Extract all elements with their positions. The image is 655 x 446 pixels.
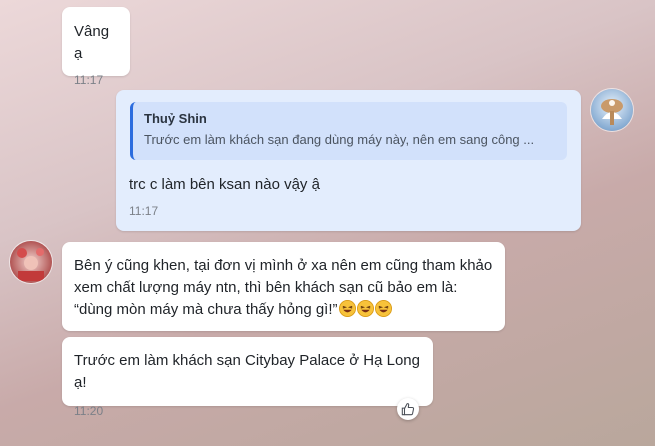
quoted-message[interactable]: Thuỷ Shin Trước em làm khách sạn đang dù… — [130, 102, 567, 160]
contact-avatar[interactable] — [10, 241, 52, 283]
message-bubble[interactable]: Trước em làm khách sạn Citybay Palace ở … — [62, 337, 433, 418]
laughing-emoji-icon — [374, 300, 392, 317]
my-avatar[interactable] — [591, 89, 633, 131]
message-time: 11:17 — [74, 73, 104, 87]
laughing-emoji-icon — [356, 300, 374, 317]
message-text: trc c làm bên ksan nào vậy ậ — [129, 176, 320, 193]
message-line-3-wrap: “dùng mòn máy mà chưa thấy hỏng gì!” — [74, 299, 493, 321]
message-bubble[interactable]: Bên ý cũng khen, tại đơn vị mình ở xa nê… — [62, 242, 505, 331]
message-bubble-mine[interactable]: Thuỷ Shin Trước em làm khách sạn đang dù… — [116, 90, 581, 231]
reaction-button[interactable] — [397, 398, 419, 420]
message-time: 11:17 — [129, 204, 159, 218]
thumbs-up-icon — [401, 403, 415, 416]
message-line-3: “dùng mòn máy mà chưa thấy hỏng gì!” — [74, 301, 338, 318]
message-line-2: xem chất lượng máy ntn, thì bên khách sạ… — [74, 279, 458, 296]
message-text: Vâng ạ — [74, 23, 110, 62]
message-text: Trước em làm khách sạn Citybay Palace ở … — [74, 352, 420, 391]
quoted-text: Trước em làm khách sạn đang dùng máy này… — [144, 132, 535, 147]
quoted-sender-name: Thuỷ Shin — [144, 111, 207, 126]
avatar-image — [10, 241, 52, 283]
message-time: 11:20 — [74, 404, 104, 418]
message-bubble[interactable]: Vâng ạ 11:17 — [62, 7, 130, 87]
laughing-emoji-icon — [338, 300, 356, 317]
message-line-1: Bên ý cũng khen, tại đơn vị mình ở xa nê… — [74, 257, 493, 274]
avatar-image — [591, 89, 633, 131]
